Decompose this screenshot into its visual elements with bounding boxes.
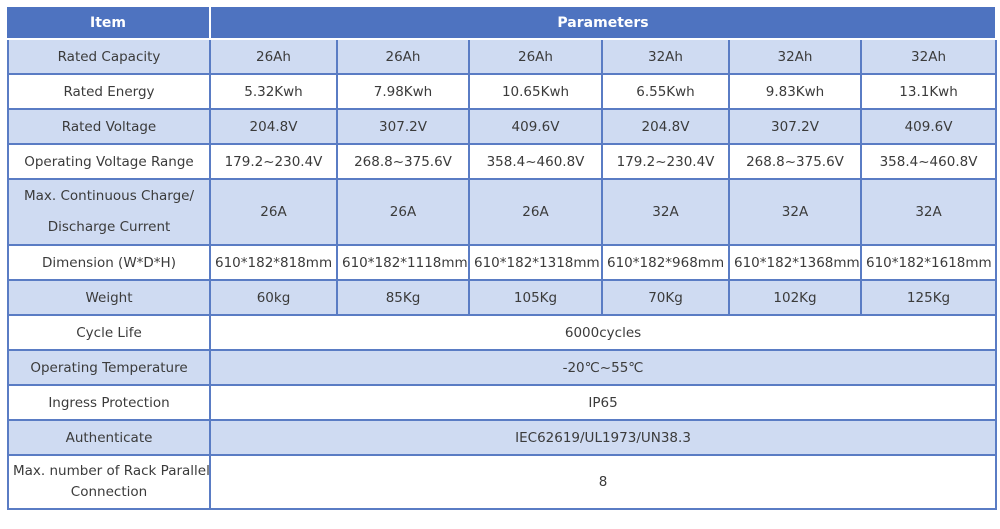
row-label: Max. Continuous Charge/ Discharge Curren…	[7, 180, 211, 246]
row-label: Weight	[7, 281, 211, 316]
row-label: Operating Voltage Range	[7, 145, 211, 180]
table-cell-merged: -20℃~55℃	[211, 351, 998, 386]
table-row: Authenticate IEC62619/UL1973/UN38.3	[7, 421, 998, 456]
table-cell-merged: IEC62619/UL1973/UN38.3	[211, 421, 998, 456]
table-row: Ingress Protection IP65	[7, 386, 998, 421]
table-row: Weight 60kg 85Kg 105Kg 70Kg 102Kg 125Kg	[7, 281, 998, 316]
table-cell: 26A	[211, 180, 338, 246]
row-label: Ingress Protection	[7, 386, 211, 421]
table-cell: 610*182*1318mm	[470, 246, 603, 281]
table-cell: 105Kg	[470, 281, 603, 316]
table-cell: 610*182*1368mm	[730, 246, 862, 281]
table-cell: 32Ah	[862, 40, 998, 75]
row-label: Rated Energy	[7, 75, 211, 110]
row-label-line: Max. Continuous Charge/	[23, 188, 195, 204]
table-cell: 32A	[603, 180, 730, 246]
table-cell: 610*182*818mm	[211, 246, 338, 281]
table-cell: 26Ah	[338, 40, 470, 75]
row-label: Rated Capacity	[7, 40, 211, 75]
table-cell: 102Kg	[730, 281, 862, 316]
table-row: Max. number of Rack Parallel Connection …	[7, 456, 998, 510]
table-cell-merged: 6000cycles	[211, 316, 998, 351]
table-cell: 268.8~375.6V	[338, 145, 470, 180]
table-cell: 70Kg	[603, 281, 730, 316]
row-label-line: Discharge Current	[47, 219, 171, 235]
row-label-line: Max. number of Rack Parallel	[13, 463, 210, 479]
table-cell: 307.2V	[730, 110, 862, 145]
table-cell: 409.6V	[470, 110, 603, 145]
table-cell: 32Ah	[730, 40, 862, 75]
table-row: Rated Capacity 26Ah 26Ah 26Ah 32Ah 32Ah …	[7, 40, 998, 75]
row-label: Max. number of Rack Parallel Connection	[7, 456, 211, 510]
row-label-line: Connection	[70, 484, 148, 500]
table-cell: 179.2~230.4V	[211, 145, 338, 180]
table-row: Rated Energy 5.32Kwh 7.98Kwh 10.65Kwh 6.…	[7, 75, 998, 110]
table-cell: 5.32Kwh	[211, 75, 338, 110]
table-row: Max. Continuous Charge/ Discharge Curren…	[7, 180, 998, 246]
table-cell-merged: IP65	[211, 386, 998, 421]
table-cell: 32Ah	[603, 40, 730, 75]
row-label: Rated Voltage	[7, 110, 211, 145]
table-cell: 85Kg	[338, 281, 470, 316]
table-cell: 13.1Kwh	[862, 75, 998, 110]
table-cell: 26Ah	[470, 40, 603, 75]
table-cell: 268.8~375.6V	[730, 145, 862, 180]
row-label: Dimension (W*D*H)	[7, 246, 211, 281]
specification-table: Item Parameters Rated Capacity 26Ah 26Ah…	[7, 7, 998, 510]
row-label: Cycle Life	[7, 316, 211, 351]
table-cell: 7.98Kwh	[338, 75, 470, 110]
table-cell: 26A	[338, 180, 470, 246]
table-cell: 610*182*968mm	[603, 246, 730, 281]
table-cell: 9.83Kwh	[730, 75, 862, 110]
header-item: Item	[7, 7, 211, 40]
table-cell: 179.2~230.4V	[603, 145, 730, 180]
table-cell: 204.8V	[211, 110, 338, 145]
spec-table-container: Item Parameters Rated Capacity 26Ah 26Ah…	[7, 7, 998, 510]
table-cell: 32A	[730, 180, 862, 246]
header-row: Item Parameters	[7, 7, 998, 40]
table-cell: 60kg	[211, 281, 338, 316]
table-cell: 6.55Kwh	[603, 75, 730, 110]
table-cell: 125Kg	[862, 281, 998, 316]
table-cell: 26A	[470, 180, 603, 246]
row-label: Authenticate	[7, 421, 211, 456]
table-cell: 10.65Kwh	[470, 75, 603, 110]
table-cell: 358.4~460.8V	[862, 145, 998, 180]
table-row: Operating Temperature -20℃~55℃	[7, 351, 998, 386]
row-label: Operating Temperature	[7, 351, 211, 386]
table-cell: 610*182*1618mm	[862, 246, 998, 281]
table-cell: 610*182*1118mm	[338, 246, 470, 281]
table-cell: 409.6V	[862, 110, 998, 145]
table-row: Operating Voltage Range 179.2~230.4V 268…	[7, 145, 998, 180]
table-cell: 307.2V	[338, 110, 470, 145]
table-row: Cycle Life 6000cycles	[7, 316, 998, 351]
table-cell: 204.8V	[603, 110, 730, 145]
table-row: Dimension (W*D*H) 610*182*818mm 610*182*…	[7, 246, 998, 281]
table-cell-merged: 8	[211, 456, 998, 510]
table-row: Rated Voltage 204.8V 307.2V 409.6V 204.8…	[7, 110, 998, 145]
header-parameters: Parameters	[211, 7, 998, 40]
table-cell: 358.4~460.8V	[470, 145, 603, 180]
table-cell: 26Ah	[211, 40, 338, 75]
table-cell: 32A	[862, 180, 998, 246]
